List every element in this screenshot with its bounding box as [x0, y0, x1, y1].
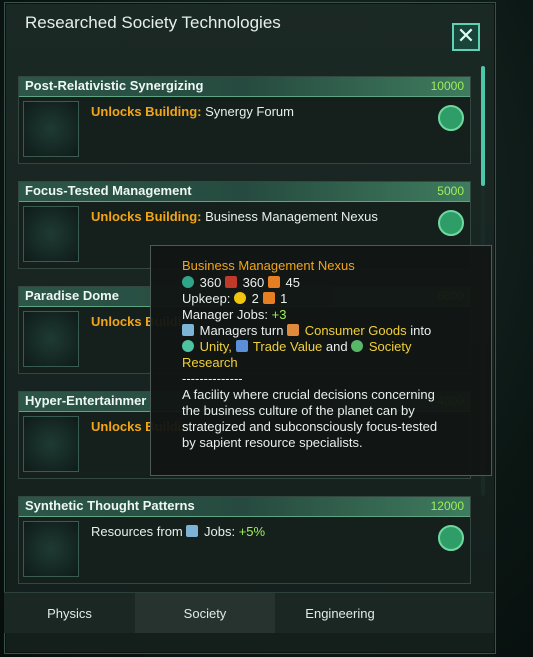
tech-cost: 5000: [437, 184, 464, 198]
category-tabs: Physics Society Engineering: [4, 592, 494, 633]
consumer-goods-icon: [287, 324, 300, 336]
tooltip-upkeep: Upkeep: 2 1: [182, 291, 287, 306]
effect-text-1: Managers turn: [199, 323, 284, 338]
tech-name: Focus-Tested Management: [25, 183, 192, 198]
upkeep-b: 1: [280, 291, 288, 306]
tech-icon: [23, 206, 79, 262]
pop-icon: [186, 525, 199, 537]
close-button[interactable]: ✕: [452, 23, 480, 51]
handshake-icon: [438, 525, 464, 551]
building-tooltip: Business Management Nexus 360 360 45 Upk…: [150, 245, 492, 476]
resources-bonus: +5%: [238, 524, 266, 539]
tech-unlock: Unlocks Building: Business Management Ne…: [91, 209, 378, 224]
resources-label: Resources from: [91, 524, 183, 539]
tech-name: Paradise Dome: [25, 288, 119, 303]
tooltip-costs: 360 360 45: [182, 275, 300, 290]
tab-physics[interactable]: Physics: [4, 593, 135, 633]
tech-card-header: Post-Relativistic Synergizing 10000: [19, 77, 470, 97]
tab-engineering[interactable]: Engineering: [275, 593, 405, 633]
tech-icon: [23, 101, 79, 157]
upkeep-label: Upkeep:: [182, 291, 231, 306]
tooltip-effect-line-2: Unity, Trade Value and Society: [182, 339, 412, 354]
handshake-icon: [438, 210, 464, 236]
unlock-value: Business Management Nexus: [205, 209, 378, 224]
tech-card[interactable]: Synthetic Thought Patterns 12000 Resourc…: [18, 496, 471, 584]
minerals-icon: [224, 276, 237, 288]
tab-label: Engineering: [305, 605, 375, 621]
consumer-goods-text: Consumer Goods: [304, 323, 407, 338]
tech-resources: Resources from Jobs: +5%: [91, 524, 265, 539]
tech-unlock: Unlocks Building: Synergy Forum: [91, 104, 294, 119]
effect-text-2: into: [410, 323, 432, 338]
tech-cost: 12000: [430, 499, 464, 513]
resources-jobs: Jobs:: [204, 524, 236, 539]
tooltip-title: Business Management Nexus: [182, 258, 355, 273]
upkeep-a: 2: [251, 291, 259, 306]
unlock-label: Unlocks Building:: [91, 209, 202, 224]
cost-a: 360: [199, 275, 222, 290]
society-research-icon: [351, 340, 364, 352]
tooltip-effect-line-1: Managers turn Consumer Goods into: [182, 323, 431, 338]
pop-icon: [182, 324, 194, 336]
window-title: Researched Society Technologies: [25, 13, 281, 32]
tab-society[interactable]: Society: [135, 593, 275, 633]
cost-b: 360: [242, 275, 265, 290]
energy-icon: [234, 292, 247, 304]
unlock-label: Unlocks Building:: [91, 104, 202, 119]
tech-name: Post-Relativistic Synergizing: [25, 78, 204, 93]
unity-text: Unity,: [199, 339, 232, 354]
rare-crystals-icon: [262, 292, 275, 304]
tooltip-divider: --------------: [182, 371, 243, 386]
unity-icon: [182, 340, 194, 352]
trade-value-text: Trade Value: [252, 339, 323, 354]
tooltip-description: A facility where crucial decisions conce…: [182, 387, 438, 450]
tech-card[interactable]: Post-Relativistic Synergizing 10000 Unlo…: [18, 76, 471, 164]
tooltip-effect-line-3: Research: [182, 355, 238, 370]
tech-card-header: Focus-Tested Management 5000: [19, 182, 470, 202]
jobs-label: Manager Jobs:: [182, 307, 268, 322]
jobs-value: +3: [271, 307, 287, 322]
tab-label: Society: [183, 605, 227, 621]
tech-icon: [23, 521, 79, 577]
tech-cost: 10000: [430, 79, 464, 93]
unlock-value: Synergy Forum: [205, 104, 294, 119]
effect-and: and: [325, 339, 348, 354]
research-text: Research: [182, 355, 238, 370]
tech-name: Hyper-Entertainmer: [25, 393, 147, 408]
close-icon: ✕: [456, 24, 476, 49]
tooltip-jobs: Manager Jobs: +3: [182, 307, 286, 322]
society-text: Society: [368, 339, 412, 354]
cost-c: 45: [285, 275, 300, 290]
tech-card-header: Synthetic Thought Patterns 12000: [19, 497, 470, 517]
trade-value-icon: [235, 340, 248, 352]
tech-icon: [23, 311, 79, 367]
handshake-icon: [438, 105, 464, 131]
tech-name: Synthetic Thought Patterns: [25, 498, 195, 513]
scrollbar-thumb[interactable]: [481, 66, 485, 186]
tab-label: Physics: [47, 605, 92, 621]
rare-crystals-icon: [267, 276, 280, 288]
tech-icon: [23, 416, 79, 472]
alloys-icon: [182, 276, 194, 288]
